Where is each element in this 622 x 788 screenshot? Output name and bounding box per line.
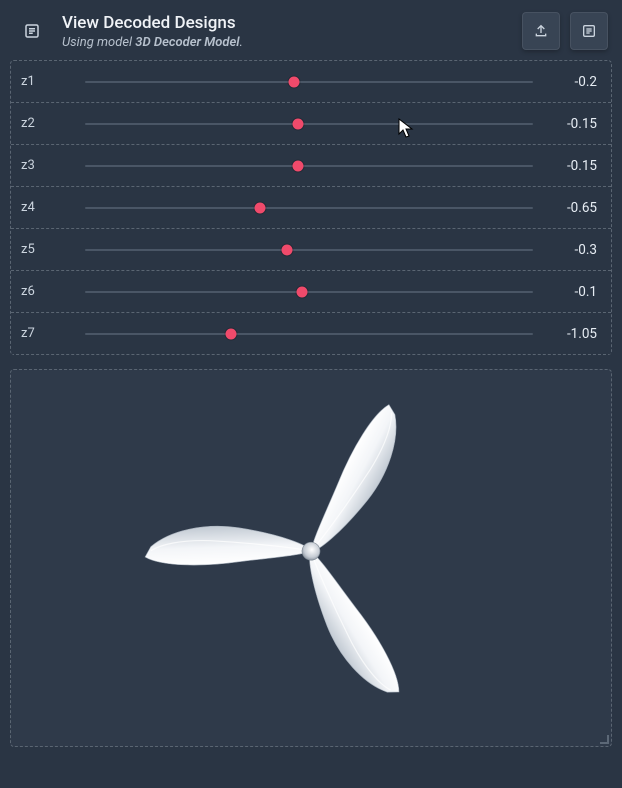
slider-track[interactable]	[77, 187, 541, 229]
slider-track[interactable]	[77, 313, 541, 355]
slider-thumb[interactable]	[292, 160, 303, 171]
upload-button[interactable]	[522, 12, 560, 50]
slider-value: -0.65	[541, 200, 607, 216]
slider-thumb[interactable]	[281, 244, 292, 255]
propeller-render	[141, 381, 481, 721]
slider-value: -0.3	[541, 242, 607, 258]
slider-value: -1.05	[541, 326, 607, 342]
slider-value: -0.1	[541, 284, 607, 300]
slider-row-z1: z1 -0.2	[11, 61, 611, 103]
subtitle-prefix: Using model	[62, 35, 135, 50]
slider-thumb[interactable]	[289, 76, 300, 87]
slider-track[interactable]	[77, 145, 541, 187]
card-title: View Decoded Designs	[62, 13, 510, 33]
slider-label: z7	[21, 326, 77, 341]
slider-row-z7: z7 -1.05	[11, 313, 611, 355]
card-type-icon	[14, 13, 50, 49]
slider-row-z3: z3 -0.15	[11, 145, 611, 187]
slider-row-z5: z5 -0.3	[11, 229, 611, 271]
sliders-panel: z1-0.2z2-0.15z3-0.15z4-0.65z5-0.3z6-0.1z…	[10, 60, 612, 355]
slider-row-z6: z6 -0.1	[11, 271, 611, 313]
resize-handle[interactable]	[597, 732, 609, 744]
slider-value: -0.15	[541, 116, 607, 132]
slider-thumb[interactable]	[296, 286, 307, 297]
app-root: View Decoded Designs Using model 3D Deco…	[0, 0, 622, 757]
slider-label: z4	[21, 200, 77, 215]
notes-icon	[581, 23, 597, 39]
header-actions	[522, 12, 608, 50]
card-header: View Decoded Designs Using model 3D Deco…	[10, 8, 612, 60]
slider-thumb[interactable]	[255, 202, 266, 213]
slider-row-z4: z4 -0.65	[11, 187, 611, 229]
slider-value: -0.15	[541, 158, 607, 174]
slider-track[interactable]	[77, 103, 541, 145]
slider-thumb[interactable]	[225, 328, 236, 339]
slider-label: z5	[21, 242, 77, 257]
header-titles: View Decoded Designs Using model 3D Deco…	[62, 13, 510, 50]
slider-track[interactable]	[77, 229, 541, 271]
model-name: 3D Decoder Model	[135, 35, 239, 50]
slider-track[interactable]	[77, 61, 541, 103]
slider-label: z1	[21, 74, 77, 89]
notes-button[interactable]	[570, 12, 608, 50]
subtitle-suffix: .	[240, 35, 243, 50]
slider-row-z2: z2 -0.15	[11, 103, 611, 145]
slider-track[interactable]	[77, 271, 541, 313]
card-subtitle: Using model 3D Decoder Model.	[62, 35, 510, 50]
slider-value: -0.2	[541, 74, 607, 90]
preview-viewport[interactable]	[10, 369, 612, 747]
slider-thumb[interactable]	[292, 118, 303, 129]
slider-label: z6	[21, 284, 77, 299]
slider-label: z3	[21, 158, 77, 173]
upload-icon	[533, 23, 549, 39]
slider-label: z2	[21, 116, 77, 131]
